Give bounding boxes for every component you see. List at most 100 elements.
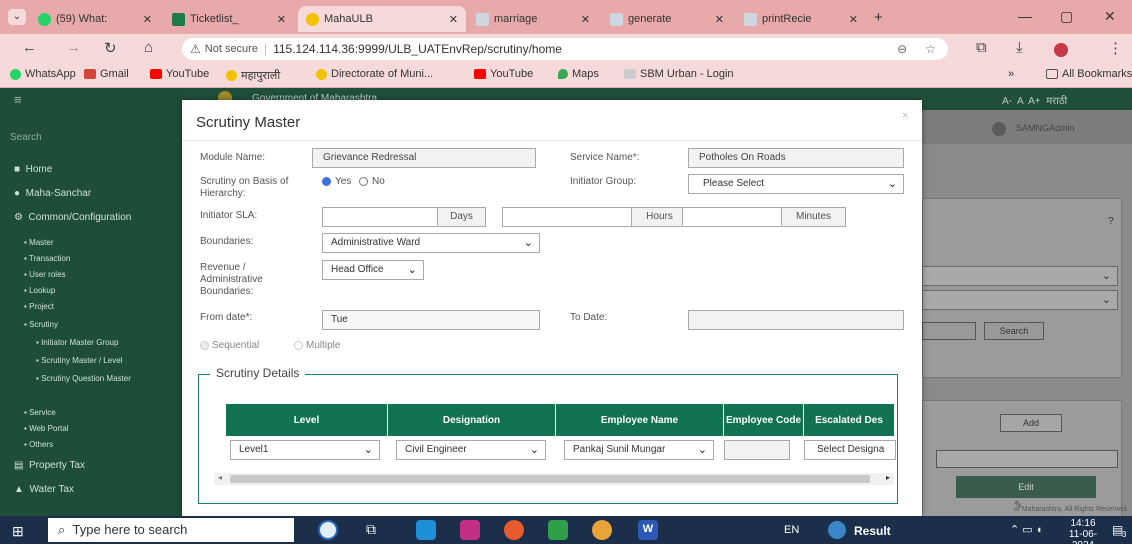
sidebar-item-water-tax[interactable]: ▲ Water Tax — [0, 484, 182, 495]
close-window-icon[interactable]: ✕ — [1104, 8, 1116, 25]
service-name-field[interactable]: Potholes On Roads — [688, 148, 904, 168]
no-radio[interactable] — [359, 177, 368, 186]
bookmark-whatsapp[interactable]: WhatsApp — [10, 68, 76, 80]
browser-tab[interactable]: printRecie ✕ — [736, 6, 866, 32]
zoom-icon[interactable]: ⊖ — [897, 42, 907, 56]
employee-code-input[interactable] — [724, 440, 790, 460]
cortana-icon[interactable] — [318, 520, 338, 540]
scrollbar-thumb[interactable] — [230, 475, 870, 483]
edge-icon[interactable] — [416, 520, 436, 540]
news-result-label[interactable]: Result — [854, 524, 891, 538]
level-select[interactable]: Level1 ⌄ — [230, 440, 380, 460]
home-icon[interactable]: ⌂ — [144, 39, 153, 56]
user-name[interactable]: SAMNGAdmin — [1016, 123, 1075, 133]
sequential-radio[interactable] — [200, 341, 209, 350]
to-date-input[interactable] — [688, 310, 904, 330]
hamburger-icon[interactable]: ≡ — [14, 92, 196, 107]
revenue-boundaries-select[interactable]: Head Office ⌄ — [322, 260, 424, 280]
browser-tab[interactable]: marriage ✕ — [468, 6, 598, 32]
font-size-language-switch[interactable]: A- A A+ मराठी — [1002, 93, 1067, 107]
chrome-icon[interactable] — [504, 520, 524, 540]
sla-minutes-input[interactable] — [682, 207, 782, 227]
sla-hours-input[interactable] — [502, 207, 632, 227]
close-icon[interactable]: ✕ — [277, 13, 286, 26]
browser-tab[interactable]: Ticketlist_ ✕ — [164, 6, 294, 32]
help-icon[interactable]: ? — [1108, 216, 1114, 227]
back-icon[interactable]: ← — [22, 39, 37, 56]
app-icon[interactable] — [548, 520, 568, 540]
sidebar-item-common[interactable]: ⚙ Common/Configuration — [0, 212, 182, 223]
sidebar-subitem-active[interactable]: ▪ Scrutiny Master / Level — [0, 356, 182, 365]
boundaries-select[interactable]: Administrative Ward ⌄ — [322, 233, 540, 253]
yes-radio[interactable] — [322, 177, 331, 186]
sidebar-item-maha-sanchar[interactable]: ● Maha-Sanchar — [0, 188, 182, 199]
minimize-icon[interactable]: — — [1018, 8, 1032, 24]
bookmark-star-icon[interactable]: ☆ — [925, 42, 936, 56]
bookmark-gmail[interactable]: Gmail — [84, 68, 129, 80]
system-tray-icons[interactable]: ⌃ ▭ ◖ — [1010, 523, 1042, 536]
sidebar-subitem[interactable]: ▪ Project — [0, 302, 182, 311]
windows-start-icon[interactable]: ⊞ — [12, 523, 24, 540]
extensions-icon[interactable]: ⧉ — [976, 39, 987, 56]
sidebar-subitem[interactable]: ▪ Lookup — [0, 286, 182, 295]
sidebar-subitem[interactable]: ▪ Master — [0, 238, 182, 247]
sidebar-subitem[interactable]: ▪ Service — [0, 408, 182, 417]
address-bar[interactable]: ⚠ Not secure | 115.124.114.36:9999/ULB_U… — [182, 38, 948, 60]
escalated-designation-select[interactable]: Select Designa — [804, 440, 896, 460]
browser-tab-active[interactable]: MahaULB ✕ — [298, 6, 466, 32]
bookmark-youtube[interactable]: YouTube — [150, 68, 209, 80]
warning-icon[interactable]: ⚠ — [190, 42, 201, 56]
clock[interactable]: 14:16 11-06-2024 — [1058, 518, 1108, 551]
sidebar-subitem[interactable]: ▪ Transaction — [0, 254, 182, 263]
language-indicator[interactable]: EN — [784, 524, 799, 536]
horizontal-scrollbar[interactable]: ◂ ▸ — [214, 473, 894, 485]
sidebar-subitem[interactable]: ▪ Others — [0, 440, 182, 449]
chrome-active-icon[interactable] — [592, 520, 612, 540]
scroll-left-icon[interactable]: ◂ — [218, 473, 222, 482]
from-date-input[interactable]: Tue — [322, 310, 540, 330]
sidebar-subitem[interactable]: ▪ Initiator Master Group — [0, 338, 182, 347]
close-icon[interactable]: ✕ — [715, 13, 724, 26]
app-icon[interactable] — [460, 520, 480, 540]
reload-icon[interactable]: ↻ — [104, 39, 117, 57]
all-bookmarks[interactable]: All Bookmarks — [1046, 68, 1132, 80]
user-avatar[interactable] — [992, 122, 1006, 136]
sla-days-input[interactable] — [322, 207, 438, 227]
bookmarks-overflow[interactable]: » — [1008, 68, 1014, 80]
close-icon[interactable]: ✕ — [849, 13, 858, 26]
module-name-field[interactable]: Grievance Redressal — [312, 148, 536, 168]
sidebar-subitem[interactable]: ▪ Scrutiny Question Master — [0, 374, 182, 383]
profile-avatar[interactable] — [1054, 43, 1068, 57]
employee-select[interactable]: Pankaj Sunil Mungar ⌄ — [564, 440, 714, 460]
menu-icon[interactable]: ⋮ — [1108, 39, 1123, 57]
bookmark-sbm[interactable]: SBM Urban - Login — [624, 68, 734, 80]
taskbar-search[interactable]: ⌕ Type here to search — [48, 518, 294, 542]
bookmark-youtube-2[interactable]: YouTube — [474, 68, 533, 80]
sidebar-item-property-tax[interactable]: ▤ Property Tax — [0, 460, 182, 471]
sidebar-search[interactable]: Search — [0, 132, 182, 143]
sidebar-item-home[interactable]: ■ Home — [0, 164, 182, 175]
new-tab-button[interactable]: + — [874, 9, 883, 26]
close-icon[interactable]: ✕ — [143, 13, 152, 26]
sidebar-subitem[interactable]: ▪ User roles — [0, 270, 182, 279]
word-icon[interactable]: W — [638, 520, 658, 540]
weather-icon[interactable] — [828, 521, 846, 539]
task-view-icon[interactable]: ⧉ — [366, 521, 376, 538]
close-modal-button[interactable]: × — [902, 110, 908, 122]
designation-select[interactable]: Civil Engineer ⌄ — [396, 440, 546, 460]
forward-icon[interactable]: → — [66, 39, 81, 56]
sidebar-subitem[interactable]: ▪ Scrutiny — [0, 320, 182, 329]
scroll-right-icon[interactable]: ▸ — [886, 473, 890, 482]
sidebar-subitem[interactable]: ▪ Web Portal — [0, 424, 182, 433]
bookmark-directorate[interactable]: Directorate of Muni... — [316, 68, 433, 80]
browser-tab[interactable]: generate ✕ — [602, 6, 732, 32]
download-icon[interactable]: ⤓ — [1016, 39, 1023, 56]
browser-tab[interactable]: (59) What: ✕ — [30, 6, 160, 32]
url-text[interactable]: 115.124.114.36:9999/ULB_UATEnvRep/scruti… — [273, 42, 562, 56]
initiator-group-select[interactable]: Please Select ⌄ — [688, 174, 904, 194]
bookmark-maps[interactable]: Maps — [558, 68, 599, 80]
tab-search-icon[interactable]: ⌄ — [8, 9, 26, 25]
maximize-icon[interactable]: ▢ — [1060, 8, 1073, 25]
bookmark-mahapurali[interactable]: महापुराली — [226, 68, 280, 83]
close-icon[interactable]: ✕ — [449, 13, 458, 26]
